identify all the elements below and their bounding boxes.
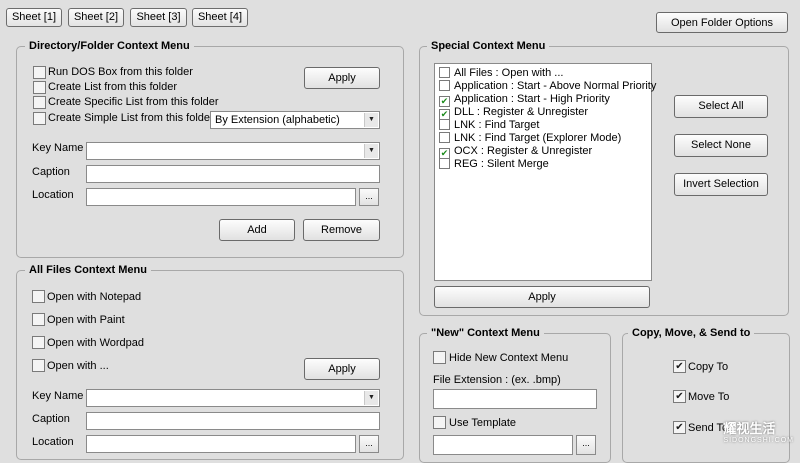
template-input[interactable]	[433, 435, 573, 455]
ellipsis-icon: ...	[365, 191, 373, 201]
key-name-select[interactable]: ▼	[86, 142, 380, 160]
check-icon[interactable]: ✔	[673, 360, 686, 373]
new-menu-title: "New" Context Menu	[427, 327, 544, 339]
tab-sheet-3[interactable]: Sheet [3]	[130, 8, 187, 27]
special-menu-title: Special Context Menu	[427, 40, 550, 52]
create-simple-list-label: Create Simple List from this folder	[48, 112, 214, 124]
list-item-label: Application : Start - High Priority	[454, 93, 610, 105]
open-wordpad-checkbox[interactable]	[32, 336, 45, 349]
af-caption-label: Caption	[32, 413, 70, 425]
open-with-label: Open with ...	[47, 360, 109, 372]
move-to-label: Move To	[688, 391, 730, 403]
checkbox[interactable]	[439, 158, 450, 169]
create-simple-list-checkbox[interactable]	[33, 112, 46, 125]
tab-sheet-4[interactable]: Sheet [4]	[192, 8, 248, 27]
list-item-label: OCX : Register & Unregister	[454, 145, 593, 157]
chevron-down-icon: ▼	[364, 391, 378, 405]
af-caption-input[interactable]	[86, 412, 380, 430]
checkbox[interactable]	[439, 119, 450, 130]
list-item[interactable]: REG : Silent Merge	[439, 158, 549, 170]
hide-new-menu-checkbox[interactable]	[433, 351, 446, 364]
watermark-sub: SIDONGSHI.COM	[723, 437, 794, 444]
remove-button[interactable]: Remove	[303, 219, 380, 241]
list-item-label: Application : Start - Above Normal Prior…	[454, 80, 657, 92]
copy-to-label: Copy To	[688, 361, 729, 373]
file-extension-label: File Extension : (ex. .bmp)	[433, 374, 561, 386]
list-item[interactable]: LNK : Find Target	[439, 119, 539, 131]
location-input[interactable]	[86, 188, 356, 206]
special-menu-list[interactable]: All Files : Open with ... Application : …	[434, 63, 656, 281]
directory-menu-title: Directory/Folder Context Menu	[25, 40, 194, 52]
af-key-name-label: Key Name	[32, 390, 84, 402]
open-notepad-label: Open with Notepad	[47, 291, 142, 303]
ellipsis-icon: ...	[582, 438, 590, 448]
key-name-label: Key Name	[32, 142, 84, 154]
create-specific-list-checkbox[interactable]	[33, 96, 46, 109]
tab-sheet-1[interactable]: Sheet [1]	[6, 8, 62, 27]
af-location-browse-button[interactable]: ...	[359, 435, 379, 453]
list-item-label: All Files : Open with ...	[454, 67, 564, 79]
open-folder-options-button[interactable]: Open Folder Options	[656, 12, 788, 33]
all-files-apply-button[interactable]: Apply	[304, 358, 380, 380]
open-with-checkbox[interactable]	[32, 359, 45, 372]
location-browse-button[interactable]: ...	[359, 188, 379, 206]
create-specific-list-label: Create Specific List from this folder	[48, 96, 219, 108]
use-template-label: Use Template	[449, 417, 517, 429]
invert-selection-button[interactable]: Invert Selection	[674, 173, 768, 196]
af-key-name-select[interactable]: ▼	[86, 389, 380, 407]
caption-input[interactable]	[86, 165, 380, 183]
create-list-checkbox[interactable]	[33, 81, 46, 94]
list-item[interactable]: ✔ DLL : Register & Unregister	[439, 106, 589, 120]
template-browse-button[interactable]: ...	[576, 435, 596, 455]
use-template-checkbox[interactable]	[433, 416, 446, 429]
af-location-label: Location	[32, 436, 74, 448]
af-location-input[interactable]	[86, 435, 356, 453]
list-item-label: LNK : Find Target (Explorer Mode)	[454, 132, 622, 144]
run-dos-label: Run DOS Box from this folder	[48, 66, 193, 78]
ellipsis-icon: ...	[365, 438, 373, 448]
run-dos-checkbox[interactable]	[33, 66, 46, 79]
list-item-label: LNK : Find Target	[454, 119, 540, 131]
all-files-menu-title: All Files Context Menu	[25, 264, 151, 276]
check-icon[interactable]: ✔	[673, 390, 686, 403]
checkbox[interactable]	[439, 132, 450, 143]
list-item[interactable]: Application : Start - Above Normal Prior…	[439, 80, 656, 92]
directory-apply-button[interactable]: Apply	[304, 67, 380, 89]
chevron-down-icon: ▼	[364, 113, 378, 127]
list-item-label: DLL : Register & Unregister	[454, 106, 589, 118]
sort-select-value: By Extension (alphabetic)	[215, 114, 340, 126]
list-item[interactable]: ✔ Application : Start - High Priority	[439, 93, 610, 107]
watermark-text: 耀视生活	[723, 421, 776, 436]
special-apply-button[interactable]: Apply	[434, 286, 650, 308]
create-list-label: Create List from this folder	[48, 81, 177, 93]
location-label: Location	[32, 189, 74, 201]
list-item-label: REG : Silent Merge	[454, 158, 549, 170]
watermark-logo: 耀视生活 SIDONGSHI.COM	[723, 418, 794, 444]
select-all-button[interactable]: Select All	[674, 95, 768, 118]
check-icon[interactable]: ✔	[673, 421, 686, 434]
checkbox[interactable]	[439, 80, 450, 91]
sort-select[interactable]: By Extension (alphabetic) ▼	[210, 111, 380, 129]
add-button[interactable]: Add	[219, 219, 295, 241]
open-wordpad-label: Open with Wordpad	[47, 337, 145, 349]
file-extension-input[interactable]	[433, 389, 597, 409]
open-paint-label: Open with Paint	[47, 314, 125, 326]
chevron-down-icon: ▼	[364, 144, 378, 158]
hide-new-menu-label: Hide New Context Menu	[449, 352, 569, 364]
list-item[interactable]: All Files : Open with ...	[439, 67, 563, 79]
open-notepad-checkbox[interactable]	[32, 290, 45, 303]
caption-label: Caption	[32, 166, 70, 178]
copy-menu-title: Copy, Move, & Send to	[628, 327, 755, 339]
list-item[interactable]: ✔ OCX : Register & Unregister	[439, 145, 593, 159]
tab-sheet-2[interactable]: Sheet [2]	[68, 8, 124, 27]
open-paint-checkbox[interactable]	[32, 313, 45, 326]
select-none-button[interactable]: Select None	[674, 134, 768, 157]
checkbox[interactable]	[439, 67, 450, 78]
list-item[interactable]: LNK : Find Target (Explorer Mode)	[439, 132, 621, 144]
